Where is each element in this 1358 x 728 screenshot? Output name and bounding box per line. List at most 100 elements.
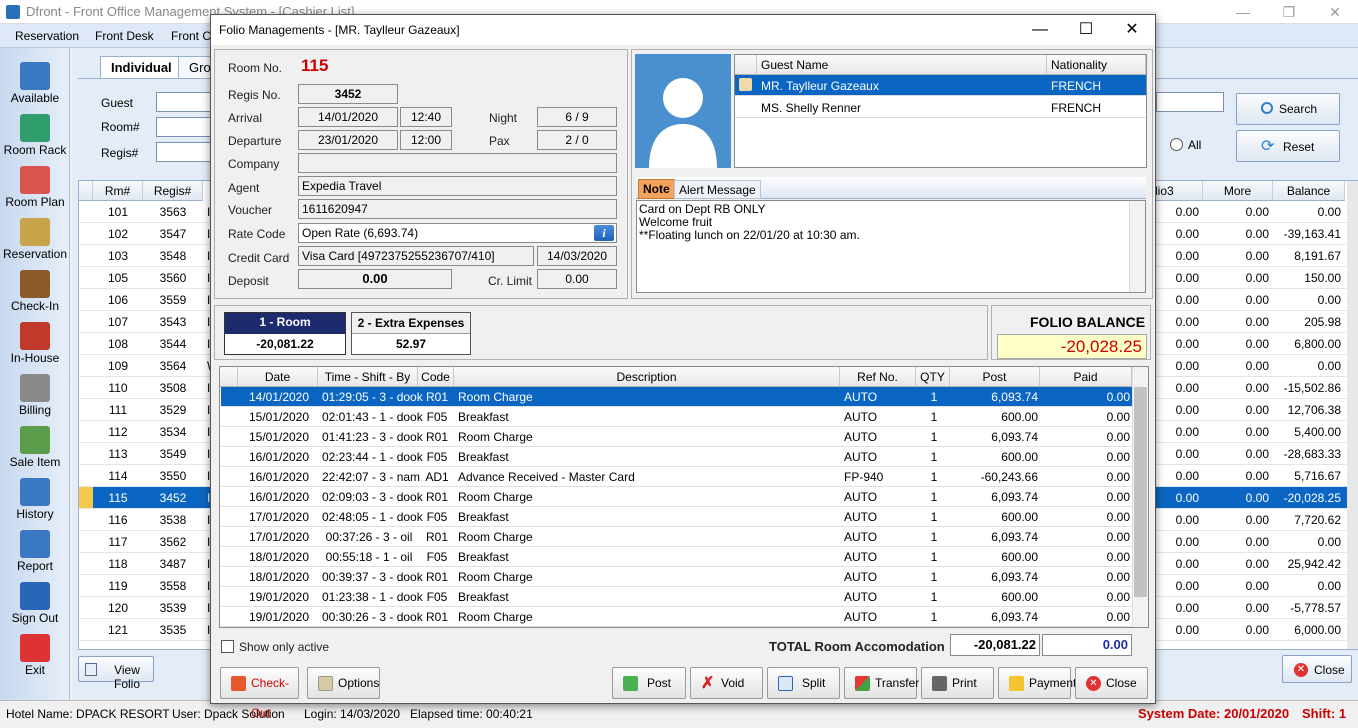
transaction-row[interactable]: 17/01/2020 00:37:26 - 3 - oil R01 Room Char… (221, 527, 1147, 547)
close-button[interactable]: ✕ Close (1075, 667, 1148, 699)
cell-regis: 3534 (159, 425, 187, 439)
sidebar-item-available[interactable]: Available (0, 60, 70, 112)
folio-tab-extra[interactable]: 2 - Extra Expenses 52.97 (351, 312, 471, 355)
trans-cell-code: R01 (425, 490, 448, 504)
sidebar-item-report[interactable]: Report (0, 528, 70, 580)
sidebar-item-check-in[interactable]: Check-In (0, 268, 70, 320)
post-button[interactable]: Post (612, 667, 686, 699)
menu-front-desk[interactable]: Front Desk (95, 29, 154, 43)
transaction-row[interactable]: 15/01/2020 02:01:43 - 1 - dook F05 Breakfas… (221, 407, 1147, 427)
tab-group[interactable]: Grou (178, 56, 214, 78)
payment-icon (1009, 676, 1024, 691)
folio-tab-room[interactable]: 1 - Room -20,081.22 (224, 312, 346, 355)
voucher-field[interactable]: 1611620947 (298, 199, 617, 219)
checkout-button[interactable]: Check-Out (220, 667, 299, 720)
void-button[interactable]: ✗ Void (690, 667, 763, 699)
rate-code-field[interactable]: Open Rate (6,693.74) (298, 223, 617, 243)
note-text-area[interactable]: Card on Dept RB ONLY Welcome fruit **Float… (636, 200, 1146, 293)
company-field[interactable] (298, 153, 617, 173)
transaction-row[interactable]: 17/01/2020 02:48:05 - 1 - dook F05 Breakfas… (221, 507, 1147, 527)
main-close-button[interactable]: ✕ (1312, 0, 1358, 24)
sidebar-item-reservation[interactable]: Reservation (0, 216, 70, 268)
dialog-minimize-button[interactable]: — (1017, 15, 1063, 45)
sidebar-item-label: Room Rack (3, 143, 67, 157)
transaction-row[interactable]: 19/01/2020 00:30:26 - 3 - dook R01 Room Cha… (221, 607, 1147, 627)
guest-header-name: Guest Name (757, 55, 1047, 75)
cashier-grid-scrollbar[interactable] (1347, 181, 1358, 649)
trans-cell-post: 600.00 (1001, 410, 1038, 424)
options-button[interactable]: Options (307, 667, 380, 699)
trans-header-desc: Description (454, 367, 840, 387)
guest-search-input[interactable] (156, 92, 212, 112)
dialog-close-button[interactable]: ✕ (1109, 15, 1155, 45)
rate-info-icon[interactable]: i (594, 225, 614, 241)
card-expiry-field[interactable]: 14/03/2020 (537, 246, 617, 266)
arrival-time-field[interactable]: 12:40 (400, 107, 452, 127)
transaction-row[interactable]: 16/01/2020 22:42:07 - 3 - nam AD1 Advance R… (221, 467, 1147, 487)
main-restore-button[interactable]: ❐ (1266, 0, 1312, 24)
room-search-input[interactable] (156, 117, 212, 137)
transaction-row[interactable]: 18/01/2020 00:55:18 - 1 - oil F05 Breakfast… (221, 547, 1147, 567)
all-radio[interactable] (1170, 138, 1183, 151)
menu-reservation[interactable]: Reservation (15, 29, 79, 43)
transaction-row[interactable]: 16/01/2020 02:09:03 - 3 - dook R01 Room Cha… (221, 487, 1147, 507)
extra-search-input[interactable] (1156, 92, 1224, 112)
tab-note[interactable]: Note (638, 179, 675, 199)
cell-lio3: 0.00 (1175, 447, 1199, 461)
transaction-scrollbar[interactable] (1132, 367, 1148, 627)
search-button[interactable]: Search (1236, 93, 1340, 125)
split-button[interactable]: Split (767, 667, 840, 699)
tab-individual[interactable]: Individual (100, 56, 183, 78)
sidebar-item-exit[interactable]: Exit (0, 632, 70, 684)
departure-date-field[interactable]: 23/01/2020 (298, 130, 398, 150)
agent-field[interactable]: Expedia Travel (298, 176, 617, 196)
sidebar-item-room-plan[interactable]: Room Plan (0, 164, 70, 216)
credit-card-field[interactable]: Visa Card [4972375255236707/410] (298, 246, 534, 266)
sidebar-item-sale-item[interactable]: Sale Item (0, 424, 70, 476)
trans-cell-code: R01 (425, 610, 448, 624)
transaction-row[interactable]: 19/01/2020 01:23:38 - 1 - dook F05 Breakfas… (221, 587, 1147, 607)
cell-balance: 8,191.67 (1294, 249, 1341, 263)
payment-button[interactable]: Payment (998, 667, 1076, 699)
transaction-scroll-thumb[interactable] (1134, 387, 1147, 597)
menu-front-cashier[interactable]: Front C (171, 29, 211, 43)
main-minimize-button[interactable]: — (1220, 0, 1266, 24)
transaction-row[interactable]: 18/01/2020 00:39:37 - 3 - dook R01 Room Cha… (221, 567, 1147, 587)
cell-lio3: 0.00 (1175, 601, 1199, 615)
sidebar-item-billing[interactable]: Billing (0, 372, 70, 424)
registration-info-panel: Room No. 115 Regis No. 3452 Arrival 14/0… (214, 49, 628, 299)
print-button[interactable]: Print (921, 667, 994, 699)
transaction-row[interactable]: 14/01/2020 01:29:05 - 3 - dook R01 Room Cha… (221, 387, 1147, 407)
trans-cell-ref: AUTO (844, 570, 878, 584)
cell-rm: 109 (107, 359, 129, 373)
cell-regis: 3529 (159, 403, 187, 417)
dialog-maximize-button[interactable]: ☐ (1063, 15, 1109, 45)
guest-row[interactable]: MS. Shelly Renner FRENCH (735, 97, 1146, 118)
cell-more: 0.00 (1245, 557, 1269, 571)
show-only-active-checkbox[interactable] (221, 640, 234, 653)
departure-time-field[interactable]: 12:00 (400, 130, 452, 150)
tab-alert-message[interactable]: Alert Message (674, 180, 761, 199)
regis-search-input[interactable] (156, 142, 212, 162)
note-scrollbar[interactable] (1129, 201, 1145, 292)
trans-cell-date: 19/01/2020 (248, 590, 310, 604)
sidebar-item-in-house[interactable]: In-House (0, 320, 70, 372)
trans-header-post: Post (950, 367, 1040, 387)
transaction-row[interactable]: 16/01/2020 02:23:44 - 1 - dook F05 Breakfas… (221, 447, 1147, 467)
transaction-row[interactable]: 15/01/2020 01:41:23 - 3 - dook R01 Room Cha… (221, 427, 1147, 447)
cell-rm: 112 (108, 425, 128, 439)
sidebar-item-history[interactable]: History (0, 476, 70, 528)
trans-cell-qty: 1 (930, 510, 938, 524)
cell-lio3: 0.00 (1175, 469, 1199, 483)
close-circle-icon: ✕ (1294, 663, 1308, 677)
view-folio-button[interactable]: View Folio (78, 656, 154, 691)
guest-row[interactable]: MR. Taylleur Gazeaux FRENCH (735, 75, 1146, 96)
payment-button-label: Payment (1029, 676, 1077, 690)
reset-button[interactable]: ⟳ Reset (1236, 130, 1340, 162)
trans-cell-post: 600.00 (1001, 510, 1038, 524)
sidebar-item-room-rack[interactable]: Room Rack (0, 112, 70, 164)
list-close-button[interactable]: ✕ Close (1282, 655, 1352, 683)
transfer-button[interactable]: Transfer (844, 667, 919, 699)
arrival-date-field[interactable]: 14/01/2020 (298, 107, 398, 127)
sidebar-item-sign-out[interactable]: Sign Out (0, 580, 70, 632)
